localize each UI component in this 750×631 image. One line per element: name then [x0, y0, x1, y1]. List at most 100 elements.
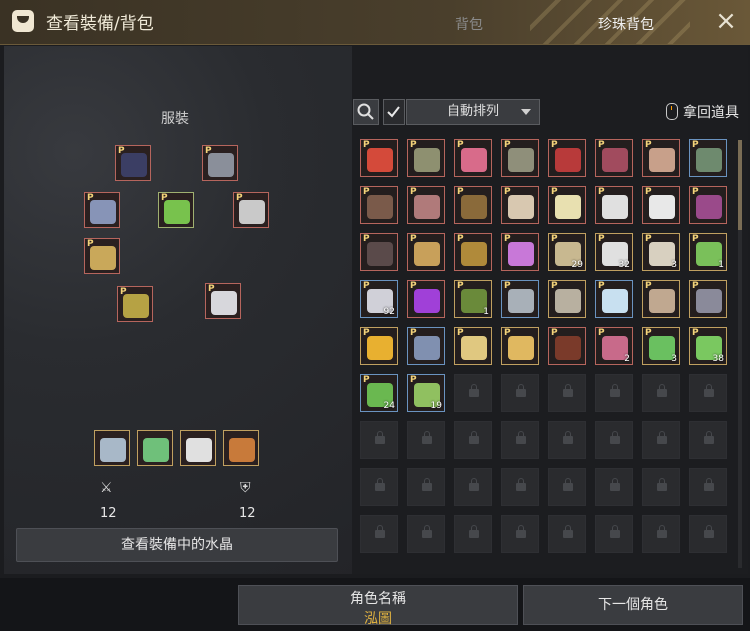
- locked-slot: [689, 468, 727, 506]
- inventory-item[interactable]: P: [360, 139, 398, 177]
- item-icon: [649, 195, 675, 219]
- tab-pearl-inventory[interactable]: 珍珠背包: [598, 14, 654, 34]
- window-title: 查看裝備/背包: [46, 14, 154, 34]
- auto-sort-checkbox[interactable]: [383, 99, 405, 125]
- equipment-slot[interactable]: P: [233, 192, 269, 228]
- view-crystals-button[interactable]: 查看裝備中的水晶: [16, 528, 338, 562]
- inventory-item[interactable]: P: [642, 139, 680, 177]
- inventory-item[interactable]: P: [548, 280, 586, 318]
- inventory-item[interactable]: P3: [642, 233, 680, 271]
- item-icon: [461, 148, 487, 172]
- inventory-item[interactable]: P: [454, 186, 492, 224]
- inventory-item[interactable]: P2: [595, 327, 633, 365]
- search-button[interactable]: [353, 99, 379, 125]
- accessory-slot[interactable]: [223, 430, 259, 466]
- inventory-item[interactable]: P: [360, 186, 398, 224]
- sort-dropdown[interactable]: 自動排列: [406, 99, 540, 125]
- inventory-item[interactable]: P 19: [407, 374, 445, 412]
- accessory-slot[interactable]: [137, 430, 173, 466]
- accessory-slot[interactable]: [94, 430, 130, 466]
- premium-marker: P: [410, 281, 417, 291]
- equipment-slot[interactable]: P: [84, 192, 120, 228]
- item-icon: [414, 289, 440, 313]
- lock-icon: [516, 431, 526, 444]
- locked-slot: [454, 421, 492, 459]
- premium-marker: P: [205, 146, 212, 156]
- close-button[interactable]: ×: [712, 8, 740, 36]
- inventory-item[interactable]: P: [689, 139, 727, 177]
- inventory-item[interactable]: P: [501, 327, 539, 365]
- checkmark-icon: [387, 106, 400, 118]
- locked-slot: [595, 374, 633, 412]
- inventory-item[interactable]: P: [407, 327, 445, 365]
- inventory-item[interactable]: P: [689, 280, 727, 318]
- item-icon: [367, 242, 393, 266]
- premium-marker: P: [87, 239, 94, 249]
- inventory-item[interactable]: P: [595, 186, 633, 224]
- mouse-icon: [666, 103, 678, 120]
- lock-icon: [422, 525, 432, 538]
- inventory-item[interactable]: P 38: [689, 327, 727, 365]
- locked-slot: [360, 515, 398, 553]
- retrieve-items-button[interactable]: 拿回道具: [666, 102, 739, 122]
- premium-marker: P: [645, 281, 652, 291]
- equipment-slot[interactable]: P: [158, 192, 194, 228]
- item-icon: [508, 289, 534, 313]
- inventory-item[interactable]: P: [454, 233, 492, 271]
- equipment-slot[interactable]: P: [117, 286, 153, 322]
- lock-icon: [657, 525, 667, 538]
- premium-marker: P: [363, 187, 370, 197]
- character-name-button[interactable]: 角色名稱 泓圖: [238, 585, 518, 627]
- inventory-item[interactable]: P: [642, 186, 680, 224]
- inspect-window: 查看裝備/背包 × 服裝 PPPPPPPP ⚔ ⛨ 12 12 查看裝備中的水晶…: [0, 0, 750, 631]
- inventory-item[interactable]: P1: [689, 233, 727, 271]
- inventory-item[interactable]: P: [548, 139, 586, 177]
- scrollbar-thumb[interactable]: [738, 140, 742, 230]
- inventory-item[interactable]: P 24: [360, 374, 398, 412]
- equipment-slot[interactable]: P: [115, 145, 151, 181]
- inventory-item[interactable]: P: [407, 186, 445, 224]
- locked-slot: [595, 421, 633, 459]
- inventory-item[interactable]: P: [454, 139, 492, 177]
- inventory-item[interactable]: P: [501, 280, 539, 318]
- inventory-item[interactable]: P 29: [548, 233, 586, 271]
- next-character-button[interactable]: 下一個角色: [523, 585, 743, 625]
- inventory-item[interactable]: P: [454, 327, 492, 365]
- inventory-item[interactable]: P: [501, 186, 539, 224]
- equipment-slot[interactable]: P: [84, 238, 120, 274]
- inventory-item[interactable]: P: [407, 280, 445, 318]
- inventory-item[interactable]: P3: [642, 327, 680, 365]
- inventory-item[interactable]: P: [642, 280, 680, 318]
- item-icon: [602, 289, 628, 313]
- inventory-item[interactable]: P: [501, 233, 539, 271]
- tab-inventory[interactable]: 背包: [455, 14, 483, 34]
- necklace-icon: [100, 438, 126, 462]
- retrieve-label: 拿回道具: [683, 105, 739, 121]
- inventory-item[interactable]: P: [501, 139, 539, 177]
- inventory-item[interactable]: P: [360, 233, 398, 271]
- premium-marker: P: [598, 281, 605, 291]
- lock-icon: [610, 431, 620, 444]
- premium-marker: P: [410, 140, 417, 150]
- inventory-item[interactable]: P: [595, 280, 633, 318]
- inventory-item[interactable]: P: [689, 186, 727, 224]
- inventory-item[interactable]: P: [360, 327, 398, 365]
- inventory-item[interactable]: P: [548, 186, 586, 224]
- locked-slot: [689, 374, 727, 412]
- inventory-item[interactable]: P 92: [360, 280, 398, 318]
- inventory-item[interactable]: P: [548, 327, 586, 365]
- inventory-scrollbar[interactable]: [738, 140, 742, 568]
- inventory-item[interactable]: P: [407, 139, 445, 177]
- locked-slot: [501, 515, 539, 553]
- inventory-item[interactable]: P: [407, 233, 445, 271]
- item-quantity: 1: [718, 260, 724, 270]
- accessory-slot[interactable]: [180, 430, 216, 466]
- lock-icon: [657, 431, 667, 444]
- inventory-item[interactable]: P: [595, 139, 633, 177]
- equipment-slot[interactable]: P: [202, 145, 238, 181]
- lock-icon: [610, 478, 620, 491]
- inventory-item[interactable]: P 32: [595, 233, 633, 271]
- item-icon: [508, 336, 534, 360]
- inventory-item[interactable]: P1: [454, 280, 492, 318]
- equipment-slot[interactable]: P: [205, 283, 241, 319]
